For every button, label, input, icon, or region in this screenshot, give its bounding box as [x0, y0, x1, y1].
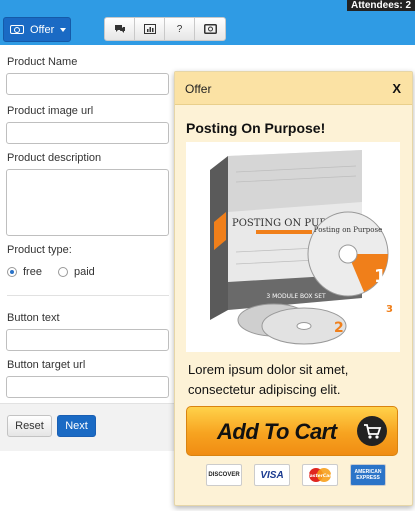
product-image-label: Product image url [7, 105, 94, 117]
add-to-cart-button[interactable]: Add To Cart [186, 406, 398, 456]
poll-button[interactable] [135, 18, 165, 40]
poll-icon [143, 24, 156, 34]
button-text-input[interactable] [6, 329, 169, 351]
cart-icon [357, 416, 387, 446]
disc-number-2: 2 [334, 320, 344, 336]
attendees-count: Attendees: 2 [346, 0, 415, 11]
toolbar-group: ? [104, 17, 226, 41]
chat-icon [114, 25, 125, 33]
question-button[interactable]: ? [165, 18, 195, 40]
offer-dropdown-button[interactable]: Offer [3, 17, 71, 42]
offer-form: Product Name Product image url Product d… [0, 45, 178, 451]
close-button[interactable]: X [392, 81, 401, 96]
product-image: POSTING ON PURPOSE 3 MODULE BOX SET 2 Po… [186, 142, 400, 352]
mastercard-card-icon: MasterCard [302, 464, 338, 486]
product-description-textarea[interactable] [6, 169, 169, 236]
product-description-label: Product description [7, 152, 102, 164]
payment-cards: DISCOVER VISA MasterCard AMERICAN EXPRES… [206, 464, 386, 486]
offer-ticket-button[interactable] [195, 18, 225, 40]
offer-description: Lorem ipsum dolor sit amet, consectetur … [188, 362, 349, 397]
type-paid-radio[interactable] [57, 267, 68, 277]
chevron-down-icon [60, 27, 67, 32]
type-free-radio[interactable] [7, 267, 17, 277]
panel-header: Offer X [175, 72, 412, 105]
product-name-input[interactable] [6, 73, 169, 95]
product-name-label: Product Name [7, 56, 78, 68]
offer-button-label: Offer [30, 23, 55, 36]
visa-card-icon: VISA [254, 464, 290, 486]
disc-number-3: 3 [386, 304, 393, 315]
next-button[interactable]: Next [57, 415, 96, 437]
disc-label: Posting on Purpose [314, 226, 382, 234]
offer-ticket-icon [203, 24, 217, 34]
question-icon: ? [176, 23, 183, 35]
panel-title: Offer [185, 82, 212, 96]
button-target-label: Button target url [7, 359, 86, 371]
amex-card-icon: AMERICAN EXPRESS [350, 464, 386, 486]
top-bar: Attendees: 2 Offer ? [0, 0, 415, 45]
product-type-label: Product type: [7, 244, 72, 256]
reset-button[interactable]: Reset [7, 415, 52, 437]
button-text-label: Button text [7, 312, 60, 324]
discover-card-icon: DISCOVER [206, 464, 242, 486]
offer-preview-panel: Offer X Posting On Purpose! POSTING ON P… [174, 71, 413, 506]
ticket-icon [10, 25, 24, 34]
type-free-label: free [23, 266, 42, 278]
product-image-input[interactable] [6, 122, 169, 144]
chat-button[interactable] [105, 18, 135, 40]
box-subtitle: 3 MODULE BOX SET [266, 293, 326, 300]
product-box-illustration: POSTING ON PURPOSE 3 MODULE BOX SET 2 Po… [210, 150, 393, 345]
mastercard-label: MasterCard [305, 473, 335, 479]
add-to-cart-label: Add To Cart [217, 419, 337, 444]
button-target-input[interactable] [6, 376, 169, 398]
product-type-radio-group: free paid [7, 266, 95, 278]
type-paid-label: paid [73, 266, 95, 278]
form-footer: Reset Next [0, 403, 178, 451]
disc-number-1: 1 [374, 266, 387, 287]
divider [7, 295, 169, 296]
offer-title: Posting On Purpose! [186, 120, 326, 136]
